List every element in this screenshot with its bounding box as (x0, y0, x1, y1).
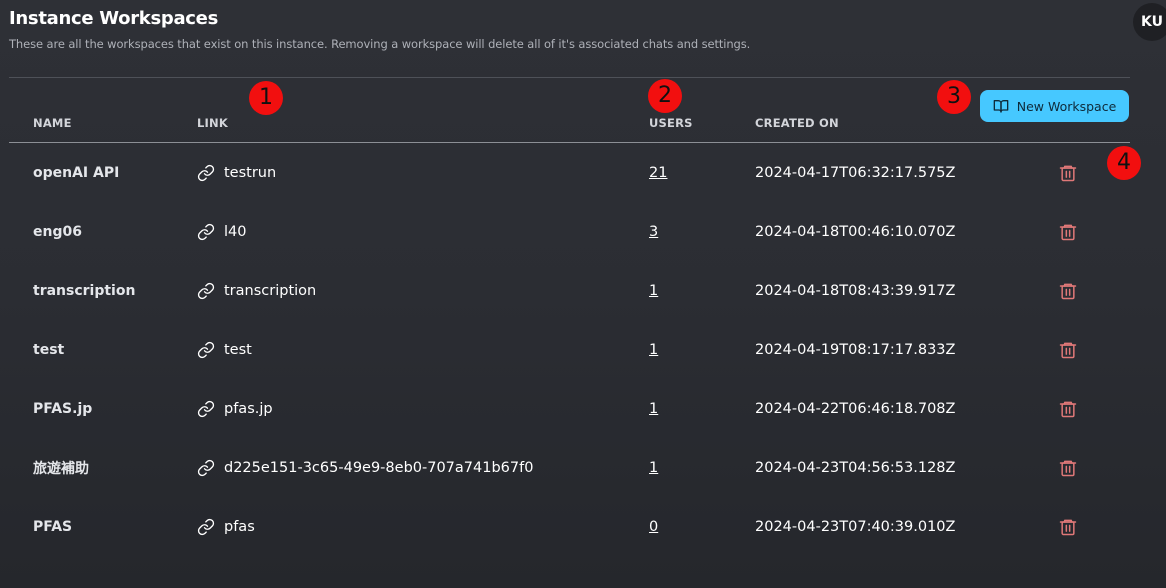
delete-workspace-button[interactable] (1058, 261, 1078, 320)
table-row: eng06 l40 3 2024-04-18T00:46:10.070Z (9, 202, 1130, 261)
workspace-created-on: 2024-04-18T08:43:39.917Z (755, 282, 956, 299)
workspace-name: transcription (33, 282, 136, 299)
workspace-users-link[interactable]: 1 (649, 438, 658, 497)
delete-workspace-button[interactable] (1058, 497, 1078, 556)
workspace-slug: testrun (224, 164, 277, 181)
link-icon (197, 518, 215, 536)
workspace-slug: pfas (224, 518, 255, 535)
table-row: test test 1 2024-04-19T08:17:17.833Z (9, 320, 1130, 379)
workspace-link[interactable]: pfas (197, 497, 255, 556)
trash-icon (1058, 399, 1078, 419)
table-row: transcription transcription 1 2024-04-18T08… (9, 261, 1130, 320)
table-row: PFAS.jp pfas.jp 1 2024-04-22T06:46:18.708Z (9, 379, 1130, 438)
workspace-link[interactable]: l40 (197, 202, 246, 261)
annotation-marker-2: 2 (648, 79, 682, 113)
annotation-marker-3: 3 (937, 80, 971, 114)
workspace-slug: pfas.jp (224, 400, 273, 417)
delete-workspace-button[interactable] (1058, 143, 1078, 202)
workspace-link[interactable]: testrun (197, 143, 276, 202)
workspace-created-on: 2024-04-23T07:40:39.010Z (755, 518, 956, 535)
workspace-name: openAI API (33, 164, 120, 181)
trash-icon (1058, 458, 1078, 478)
trash-icon (1058, 222, 1078, 242)
column-header-link: LINK (197, 116, 228, 130)
workspace-users-link[interactable]: 1 (649, 320, 658, 379)
link-icon (197, 459, 215, 477)
workspace-name: eng06 (33, 223, 82, 240)
column-header-users: USERS (649, 116, 693, 130)
column-header-created-on: CREATED ON (755, 116, 839, 130)
table-row: 旅遊補助 d225e151-3c65-49e9-8eb0-707a741b67f0… (9, 438, 1130, 497)
annotation-marker-1: 1 (249, 81, 283, 115)
link-icon (197, 341, 215, 359)
page-title: Instance Workspaces (9, 8, 218, 29)
delete-workspace-button[interactable] (1058, 379, 1078, 438)
workspace-created-on: 2024-04-17T06:32:17.575Z (755, 164, 956, 181)
link-icon (197, 400, 215, 418)
workspace-slug: l40 (224, 223, 247, 240)
workspace-name: test (33, 341, 65, 358)
column-header-name: NAME (33, 116, 72, 130)
workspace-users-link[interactable]: 1 (649, 261, 658, 320)
workspace-created-on: 2024-04-23T04:56:53.128Z (755, 459, 956, 476)
workspace-slug: transcription (224, 282, 317, 299)
workspace-slug: d225e151-3c65-49e9-8eb0-707a741b67f0 (224, 459, 534, 476)
trash-icon (1058, 163, 1078, 183)
avatar[interactable]: KU (1133, 3, 1166, 41)
workspace-users-link[interactable]: 3 (649, 202, 658, 261)
workspace-created-on: 2024-04-18T00:46:10.070Z (755, 223, 956, 240)
workspace-users-link[interactable]: 21 (649, 143, 667, 202)
delete-workspace-button[interactable] (1058, 202, 1078, 261)
book-open-icon (993, 98, 1009, 114)
delete-workspace-button[interactable] (1058, 320, 1078, 379)
workspace-users-link[interactable]: 0 (649, 497, 658, 556)
page-subtitle: These are all the workspaces that exist … (9, 37, 751, 51)
workspace-slug: test (224, 341, 252, 358)
link-icon (197, 164, 215, 182)
workspace-users-link[interactable]: 1 (649, 379, 658, 438)
link-icon (197, 282, 215, 300)
workspace-link[interactable]: d225e151-3c65-49e9-8eb0-707a741b67f0 (197, 438, 533, 497)
delete-workspace-button[interactable] (1058, 438, 1078, 497)
trash-icon (1058, 281, 1078, 301)
trash-icon (1058, 517, 1078, 537)
trash-icon (1058, 340, 1078, 360)
workspace-link[interactable]: transcription (197, 261, 316, 320)
top-divider (9, 77, 1130, 78)
workspace-created-on: 2024-04-19T08:17:17.833Z (755, 341, 956, 358)
table-row: openAI API testrun 21 2024-04-17T06:32:17.5… (9, 143, 1130, 202)
new-workspace-label: New Workspace (1016, 98, 1117, 114)
table-row: PFAS pfas 0 2024-04-23T07:40:39.010Z (9, 497, 1130, 556)
workspace-name: 旅遊補助 (33, 460, 89, 477)
workspace-name: PFAS (33, 518, 73, 535)
workspace-link[interactable]: test (197, 320, 252, 379)
new-workspace-button[interactable]: New Workspace (980, 90, 1129, 122)
workspace-created-on: 2024-04-22T06:46:18.708Z (755, 400, 956, 417)
link-icon (197, 223, 215, 241)
workspace-link[interactable]: pfas.jp (197, 379, 273, 438)
workspace-name: PFAS.jp (33, 400, 93, 417)
